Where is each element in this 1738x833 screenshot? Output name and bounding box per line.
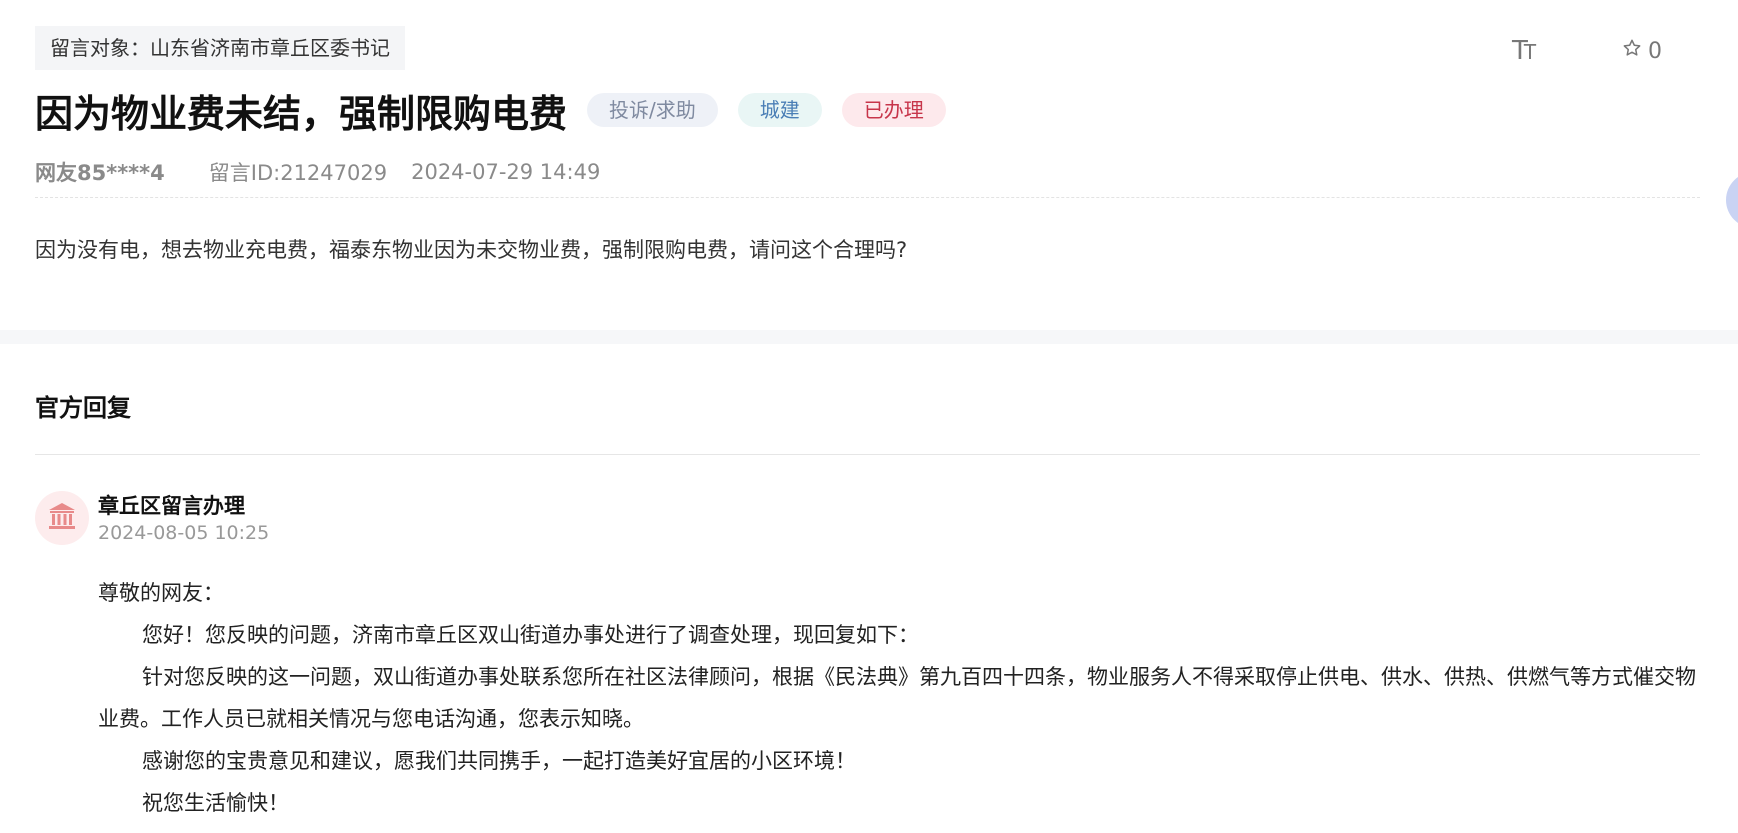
message-id: 留言ID:21247029	[208, 161, 388, 185]
message-detail-page: 留言对象：山东省济南市章丘区委书记 TT 0 因为物业费未结，强制限购电费 投诉…	[0, 0, 1738, 833]
message-content: 因为没有电，想去物业充电费，福泰东物业因为未交物业费，强制限购电费，请问这个合理…	[35, 238, 908, 262]
font-size-button[interactable]: TT	[1512, 36, 1536, 66]
meta-divider	[35, 197, 1700, 198]
favorite-count: 0	[1648, 38, 1662, 64]
reply-paragraph: 针对您反映的这一问题，双山街道办事处联系您所在社区法律顾问，根据《民法典》第九百…	[98, 665, 1696, 731]
tag-type: 投诉/求助	[587, 93, 718, 127]
reply-paragraph: 祝您生活愉快！	[142, 791, 289, 815]
avatar	[35, 491, 89, 545]
message-title: 因为物业费未结，强制限购电费	[35, 91, 568, 136]
status-badge: 已办理	[841, 93, 946, 127]
reply-greeting: 尊敬的网友：	[98, 581, 224, 605]
floating-side-button[interactable]	[1726, 172, 1738, 228]
reply-paragraph: 感谢您的宝贵意见和建议，愿我们共同携手，一起打造美好宜居的小区环境！	[142, 749, 856, 773]
message-section: 留言对象：山东省济南市章丘区委书记 TT 0 因为物业费未结，强制限购电费 投诉…	[0, 0, 1738, 330]
message-meta: 网友85****4 留言ID:21247029 2024-07-29 14:49	[35, 157, 600, 187]
favorite-button[interactable]: 0	[1622, 38, 1662, 64]
reply-datetime: 2024-08-05 10:25	[98, 522, 270, 544]
section-divider	[0, 330, 1738, 344]
message-target: 留言对象：山东省济南市章丘区委书记	[35, 26, 405, 70]
reply-paragraph: 您好！您反映的问题，济南市章丘区双山街道办事处进行了调查处理，现回复如下：	[142, 623, 919, 647]
reply-body: 尊敬的网友： 您好！您反映的问题，济南市章丘区双山街道办事处进行了调查处理，现回…	[98, 572, 1702, 824]
star-outline-icon	[1622, 38, 1642, 64]
author-name: 网友85****4	[35, 161, 165, 185]
message-target-label: 留言对象：山东省济南市章丘区委书记	[50, 36, 390, 60]
reply-department: 章丘区留言办理	[98, 494, 245, 518]
government-building-icon	[46, 500, 78, 536]
font-size-icon: TT	[1512, 36, 1536, 66]
tag-category: 城建	[737, 93, 822, 127]
reply-heading: 官方回复	[35, 394, 131, 422]
message-datetime: 2024-07-29 14:49	[411, 160, 601, 184]
reply-divider	[35, 454, 1700, 455]
title-row: 因为物业费未结，强制限购电费 投诉/求助 城建 已办理	[35, 82, 946, 138]
